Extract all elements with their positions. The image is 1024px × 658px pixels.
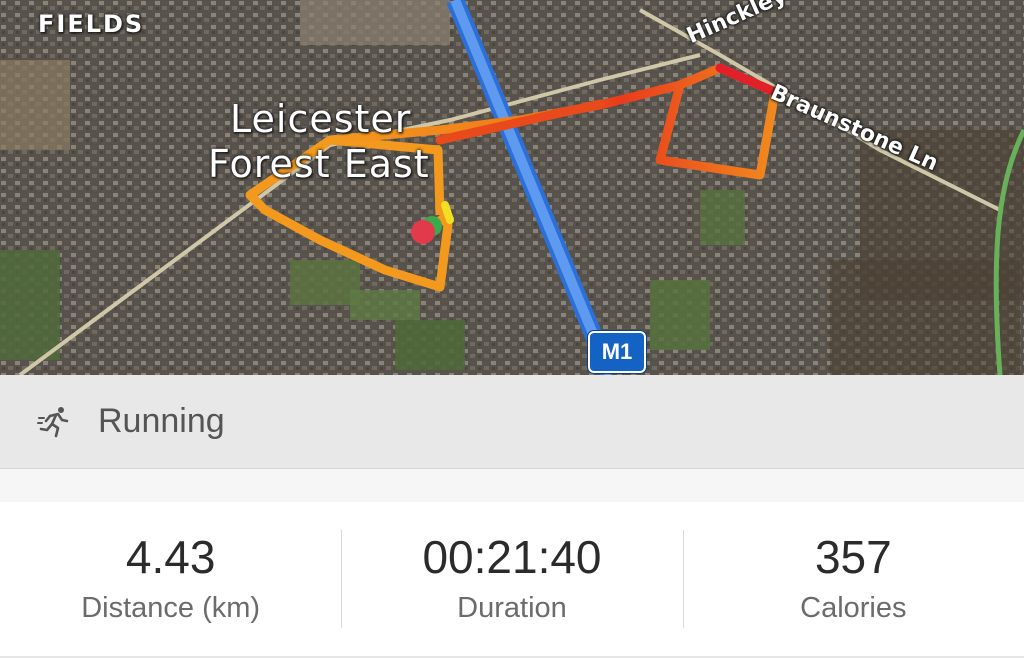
- map-background: [0, 0, 1024, 375]
- duration-value: 00:21:40: [422, 531, 602, 584]
- map-place-label: Leicester: [230, 97, 412, 141]
- distance-value: 4.43: [125, 531, 216, 584]
- stat-calories: 357 Calories: [682, 502, 1024, 656]
- route-map[interactable]: FIELDS Leicester Forest East Hinckley Rd…: [0, 0, 1024, 375]
- distance-label: Distance (km): [81, 591, 261, 624]
- workout-stats: 4.43 Distance (km) 00:21:40 Duration 357…: [0, 502, 1024, 656]
- end-marker: [411, 220, 435, 244]
- section-spacer: [0, 469, 1024, 502]
- map-area-label: FIELDS: [38, 10, 145, 38]
- calories-label: Calories: [800, 591, 907, 624]
- motorway-shield: M1: [588, 331, 646, 373]
- duration-label: Duration: [457, 591, 567, 624]
- calories-value: 357: [814, 531, 892, 584]
- map-place-label-line2: Forest East: [208, 142, 430, 186]
- stat-distance: 4.43 Distance (km): [0, 502, 341, 656]
- activity-type-label: Running: [98, 402, 225, 440]
- running-icon: [37, 406, 69, 437]
- stat-duration: 00:21:40 Duration: [341, 502, 682, 656]
- activity-type-bar: Running: [0, 375, 1024, 469]
